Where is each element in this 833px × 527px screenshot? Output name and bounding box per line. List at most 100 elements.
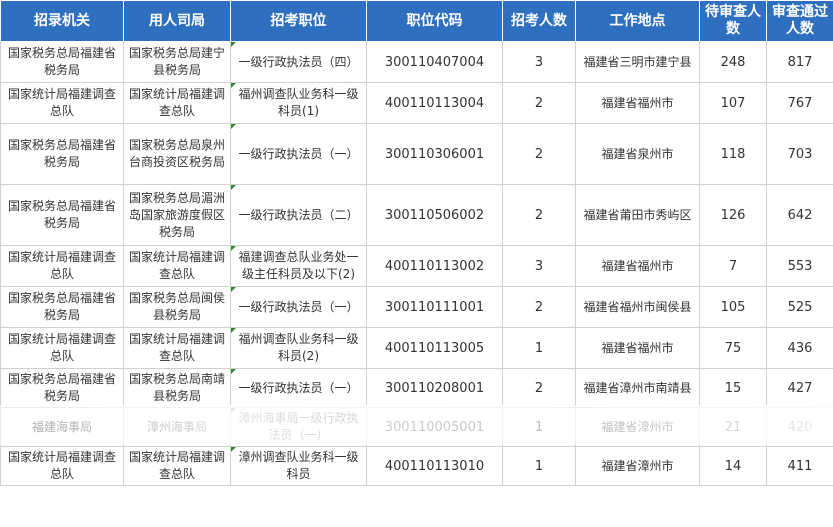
cell-agency: 国家统计局福建调查总队 <box>0 327 124 369</box>
cell-agency: 福建海事局 <box>0 407 124 447</box>
cell-count: 3 <box>502 245 576 287</box>
cell-agency: 国家税务总局福建省税务局 <box>0 184 124 246</box>
cell-count: 2 <box>502 286 576 328</box>
header-position-code: 职位代码 <box>366 0 503 42</box>
header-location: 工作地点 <box>575 0 700 42</box>
cell-code: 300110407004 <box>366 41 503 83</box>
cell-pending: 248 <box>699 41 767 83</box>
table-row: 国家税务总局福建省税务局 国家税务总局泉州台商投资区税务局 一级行政执法员（一）… <box>0 123 833 185</box>
cell-agency: 国家税务总局福建省税务局 <box>0 286 124 328</box>
cell-bureau: 国家统计局福建调查总队 <box>123 245 231 287</box>
cell-pending: 118 <box>699 123 767 185</box>
cell-position: 福州调查队业务科一级科员(2) <box>230 327 367 369</box>
cell-passed: 553 <box>766 245 833 287</box>
cell-bureau: 国家税务总局闽侯县税务局 <box>123 286 231 328</box>
cell-pending: 14 <box>699 446 767 486</box>
cell-count: 1 <box>502 446 576 486</box>
cell-passed: 420 <box>766 407 833 447</box>
cell-agency: 国家统计局福建调查总队 <box>0 82 124 124</box>
cell-passed: 411 <box>766 446 833 486</box>
cell-location: 福建省漳州市南靖县 <box>575 368 700 408</box>
cell-position: 一级行政执法员（二） <box>230 184 367 246</box>
cell-location: 福建省三明市建宁县 <box>575 41 700 83</box>
table-row: 国家统计局福建调查总队 国家统计局福建调查总队 福建调查总队业务处一级主任科员及… <box>0 245 833 287</box>
cell-position: 漳州调查队业务科一级科员 <box>230 446 367 486</box>
cell-agency: 国家税务总局福建省税务局 <box>0 123 124 185</box>
cell-count: 1 <box>502 407 576 447</box>
table-row: 国家税务总局福建省税务局 国家税务总局建宁县税务局 一级行政执法员（四） 300… <box>0 41 833 83</box>
cell-location: 福建省泉州市 <box>575 123 700 185</box>
header-pending-review: 待审查人数 <box>699 0 767 42</box>
positions-table: 招录机关 用人司局 招考职位 职位代码 招考人数 工作地点 待审查人数 审查通过… <box>0 0 833 486</box>
cell-position: 福建调查总队业务处一级主任科员及以下(2) <box>230 245 367 287</box>
table-row: 国家统计局福建调查总队 国家统计局福建调查总队 福州调查队业务科一级科员(1) … <box>0 82 833 124</box>
cell-pending: 107 <box>699 82 767 124</box>
cell-pending: 105 <box>699 286 767 328</box>
cell-bureau: 国家统计局福建调查总队 <box>123 327 231 369</box>
cell-bureau: 国家税务总局泉州台商投资区税务局 <box>123 123 231 185</box>
cell-agency: 国家统计局福建调查总队 <box>0 245 124 287</box>
table-row: 国家统计局福建调查总队 国家统计局福建调查总队 福州调查队业务科一级科员(2) … <box>0 327 833 369</box>
cell-passed: 767 <box>766 82 833 124</box>
cell-count: 2 <box>502 184 576 246</box>
cell-position: 一级行政执法员（四） <box>230 41 367 83</box>
cell-code: 300110208001 <box>366 368 503 408</box>
header-row: 招录机关 用人司局 招考职位 职位代码 招考人数 工作地点 待审查人数 审查通过… <box>0 0 833 42</box>
cell-location: 福建省福州市 <box>575 245 700 287</box>
cell-position: 福州调查队业务科一级科员(1) <box>230 82 367 124</box>
cell-location: 福建省福州市 <box>575 327 700 369</box>
cell-agency: 国家税务总局福建省税务局 <box>0 41 124 83</box>
cell-bureau: 国家统计局福建调查总队 <box>123 446 231 486</box>
cell-location: 福建省福州市 <box>575 82 700 124</box>
cell-location: 福建省福州市闽侯县 <box>575 286 700 328</box>
cell-bureau: 国家税务总局建宁县税务局 <box>123 41 231 83</box>
cell-count: 2 <box>502 368 576 408</box>
cell-passed: 436 <box>766 327 833 369</box>
cell-code: 300110506002 <box>366 184 503 246</box>
cell-code: 400110113010 <box>366 446 503 486</box>
cell-count: 1 <box>502 327 576 369</box>
table-row: 国家税务总局福建省税务局 国家税务总局闽侯县税务局 一级行政执法员（一） 300… <box>0 286 833 328</box>
cell-position: 一级行政执法员（一） <box>230 123 367 185</box>
cell-pending: 75 <box>699 327 767 369</box>
cell-code: 300110306001 <box>366 123 503 185</box>
cell-pending: 15 <box>699 368 767 408</box>
cell-bureau: 国家统计局福建调查总队 <box>123 82 231 124</box>
cell-code: 400110113004 <box>366 82 503 124</box>
cell-code: 400110113005 <box>366 327 503 369</box>
cell-agency: 国家税务总局福建省税务局 <box>0 368 124 408</box>
header-passed-review: 审查通过人数 <box>766 0 833 42</box>
table-row: 国家税务总局福建省税务局 国家税务总局湄洲岛国家旅游度假区税务局 一级行政执法员… <box>0 184 833 246</box>
cell-code: 300110111001 <box>366 286 503 328</box>
cell-location: 福建省漳州市 <box>575 446 700 486</box>
cell-position: 漳州海事局一级行政执法员（一） <box>230 407 367 447</box>
cell-count: 3 <box>502 41 576 83</box>
cell-location: 福建省莆田市秀屿区 <box>575 184 700 246</box>
cell-passed: 817 <box>766 41 833 83</box>
cell-location: 福建省漳州市 <box>575 407 700 447</box>
table-row: 福建海事局 漳州海事局 漳州海事局一级行政执法员（一） 300110005001… <box>0 407 833 447</box>
cell-passed: 525 <box>766 286 833 328</box>
cell-pending: 126 <box>699 184 767 246</box>
cell-code: 300110005001 <box>366 407 503 447</box>
cell-pending: 21 <box>699 407 767 447</box>
table-row: 国家统计局福建调查总队 国家统计局福建调查总队 漳州调查队业务科一级科员 400… <box>0 446 833 486</box>
cell-count: 2 <box>502 82 576 124</box>
header-position: 招考职位 <box>230 0 367 42</box>
cell-position: 一级行政执法员（一） <box>230 286 367 328</box>
table-row: 国家税务总局福建省税务局 国家税务总局南靖县税务局 一级行政执法员（一） 300… <box>0 368 833 408</box>
cell-agency: 国家统计局福建调查总队 <box>0 446 124 486</box>
cell-count: 2 <box>502 123 576 185</box>
cell-pending: 7 <box>699 245 767 287</box>
cell-position: 一级行政执法员（一） <box>230 368 367 408</box>
cell-passed: 703 <box>766 123 833 185</box>
cell-passed: 642 <box>766 184 833 246</box>
header-hiring-bureau: 用人司局 <box>123 0 231 42</box>
header-hire-count: 招考人数 <box>502 0 576 42</box>
cell-bureau: 国家税务总局湄洲岛国家旅游度假区税务局 <box>123 184 231 246</box>
cell-bureau: 国家税务总局南靖县税务局 <box>123 368 231 408</box>
header-recruiting-agency: 招录机关 <box>0 0 124 42</box>
cell-bureau: 漳州海事局 <box>123 407 231 447</box>
cell-code: 400110113002 <box>366 245 503 287</box>
cell-passed: 427 <box>766 368 833 408</box>
